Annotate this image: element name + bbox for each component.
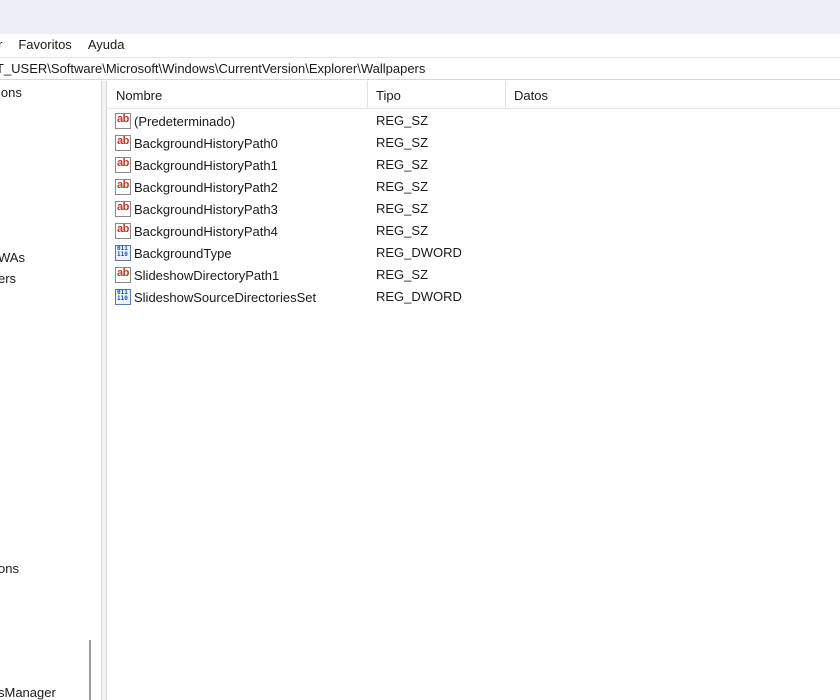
icon-glyph: ab (117, 223, 129, 235)
string-value-icon: ab (115, 113, 131, 129)
key-tree-pane[interactable]: ions WAs ers ons sManager (0, 81, 101, 700)
table-row[interactable]: ab BackgroundHistoryPath2 REG_SZ (107, 176, 840, 198)
string-value-icon: ab (115, 135, 131, 151)
tree-item[interactable]: ers (0, 271, 16, 286)
value-type: REG_SZ (376, 179, 429, 194)
value-name-cell: ab BackgroundHistoryPath1 (115, 154, 278, 176)
value-type: REG_SZ (376, 223, 429, 238)
value-name-cell: ab BackgroundHistoryPath0 (115, 132, 278, 154)
value-name-cell: 011 110 BackgroundType (115, 242, 232, 264)
tree-item[interactable]: WAs (0, 250, 25, 265)
icon-glyph: ab (117, 135, 129, 147)
menu-item-view[interactable]: r (0, 34, 10, 56)
value-name-cell: ab BackgroundHistoryPath2 (115, 176, 278, 198)
value-name: BackgroundType (134, 245, 232, 261)
values-list-pane[interactable]: Nombre Tipo Datos ab (Predeterminado) REG_… (107, 81, 840, 700)
value-type: REG_SZ (376, 113, 429, 128)
table-row[interactable]: ab (Predeterminado) REG_SZ (107, 110, 840, 132)
table-row[interactable]: ab SlideshowDirectoryPath1 REG_SZ (107, 264, 840, 286)
value-type: REG_SZ (376, 267, 429, 282)
value-name: BackgroundHistoryPath3 (134, 201, 278, 217)
icon-glyph: ab (117, 201, 129, 213)
table-row[interactable]: ab BackgroundHistoryPath4 REG_SZ (107, 220, 840, 242)
column-header-name[interactable]: Nombre (107, 81, 368, 109)
value-type: REG_DWORD (376, 245, 462, 260)
value-type: REG_DWORD (376, 289, 462, 304)
string-value-icon: ab (115, 201, 131, 217)
column-header-type[interactable]: Tipo (368, 81, 506, 109)
binary-value-icon: 011 110 (115, 289, 131, 305)
menu-item-help[interactable]: Ayuda (80, 34, 133, 56)
address-path[interactable]: T_USER\Software\Microsoft\Windows\Curren… (0, 61, 425, 76)
address-bar[interactable]: T_USER\Software\Microsoft\Windows\Curren… (0, 57, 840, 80)
icon-glyph: ab (117, 157, 129, 169)
string-value-icon: ab (115, 179, 131, 195)
value-name-cell: ab (Predeterminado) (115, 110, 235, 132)
binary-value-icon: 011 110 (115, 245, 131, 261)
menu-bar: r Favoritos Ayuda (0, 34, 840, 56)
tree-item[interactable]: ions (0, 85, 22, 100)
table-row[interactable]: 011 110 SlideshowSourceDirectoriesSet REG_… (107, 286, 840, 308)
table-row[interactable]: ab BackgroundHistoryPath3 REG_SZ (107, 198, 840, 220)
value-type: REG_SZ (376, 135, 429, 150)
value-type: REG_SZ (376, 157, 429, 172)
icon-glyph: 011 110 (117, 289, 128, 302)
string-value-icon: ab (115, 267, 131, 283)
table-row[interactable]: ab BackgroundHistoryPath1 REG_SZ (107, 154, 840, 176)
icon-glyph: ab (117, 267, 129, 279)
tree-item[interactable]: ons (0, 561, 19, 576)
tree-scrollbar[interactable] (89, 640, 91, 700)
string-value-icon: ab (115, 157, 131, 173)
list-header: Nombre Tipo Datos (107, 81, 840, 109)
value-name: BackgroundHistoryPath4 (134, 223, 278, 239)
string-value-icon: ab (115, 223, 131, 239)
window-titlebar (0, 0, 840, 34)
value-name-cell: ab BackgroundHistoryPath3 (115, 198, 278, 220)
table-row[interactable]: 011 110 BackgroundType REG_DWORD (107, 242, 840, 264)
value-name: (Predeterminado) (134, 113, 236, 129)
icon-glyph: ab (117, 179, 129, 191)
table-row[interactable]: ab BackgroundHistoryPath0 REG_SZ (107, 132, 840, 154)
value-name-cell: ab SlideshowDirectoryPath1 (115, 264, 279, 286)
tree-item[interactable]: sManager (0, 685, 56, 700)
value-name: BackgroundHistoryPath2 (134, 179, 278, 195)
icon-glyph: ab (117, 113, 129, 125)
value-type: REG_SZ (376, 201, 429, 216)
value-name: SlideshowSourceDirectoriesSet (134, 289, 317, 305)
menu-item-favorites[interactable]: Favoritos (10, 34, 79, 56)
value-name: BackgroundHistoryPath0 (134, 135, 278, 151)
value-name-cell: ab BackgroundHistoryPath4 (115, 220, 278, 242)
value-name: SlideshowDirectoryPath1 (134, 267, 280, 283)
value-name-cell: 011 110 SlideshowSourceDirectoriesSet (115, 286, 316, 308)
icon-glyph: 011 110 (117, 245, 128, 258)
column-header-data[interactable]: Datos (506, 81, 836, 109)
value-name: BackgroundHistoryPath1 (134, 157, 278, 173)
